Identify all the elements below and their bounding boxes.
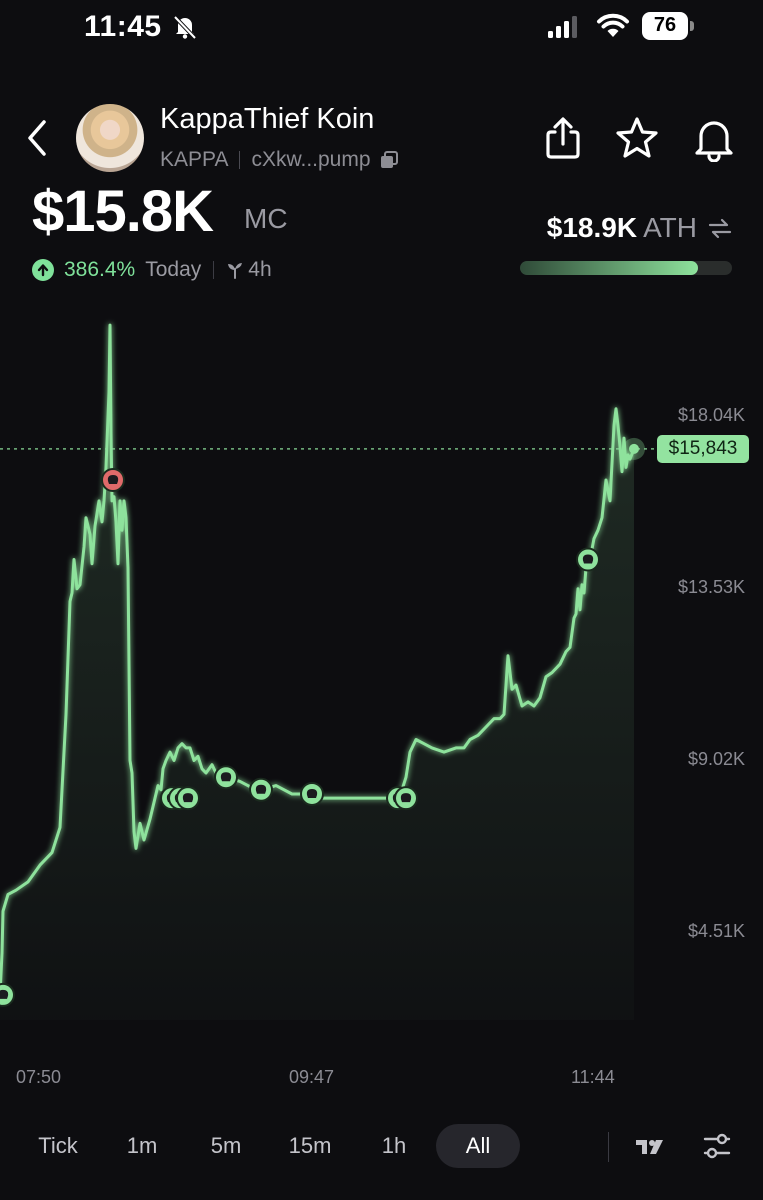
timeframe-1m[interactable]: 1m [112, 1124, 172, 1168]
y-axis-tick: $9.02K [687, 749, 745, 769]
buy-trade-marker[interactable] [300, 781, 324, 806]
timeframe-1h[interactable]: 1h [366, 1124, 422, 1168]
y-axis-tick: $4.51K [687, 921, 745, 941]
x-axis-tick: 09:47 [289, 1067, 335, 1087]
timeframe-bar: Tick 1m 5m 15m 1h All [0, 1118, 763, 1174]
buy-trade-marker[interactable] [394, 786, 418, 811]
timeframe-all[interactable]: All [436, 1124, 520, 1168]
price-chart[interactable] [0, 0, 763, 1100]
tradingview-icon[interactable] [634, 1134, 666, 1160]
y-axis-tick: $13.53K [677, 577, 745, 597]
current-price-tag: $15,843 [657, 434, 749, 463]
chart-settings-icon[interactable] [702, 1130, 732, 1162]
y-axis-tick: $18.04K [677, 405, 745, 425]
x-axis-tick: 07:50 [16, 1067, 62, 1087]
sell-trade-marker[interactable] [101, 468, 125, 492]
buy-trade-marker[interactable] [214, 765, 238, 790]
timeframe-5m[interactable]: 5m [196, 1124, 256, 1168]
x-axis-tick: 11:44 [571, 1067, 615, 1087]
buy-trade-marker[interactable] [0, 982, 15, 1007]
area-fill [0, 325, 634, 1021]
timeframe-15m[interactable]: 15m [278, 1124, 342, 1168]
timeframe-tick[interactable]: Tick [22, 1124, 94, 1168]
buy-trade-marker[interactable] [576, 547, 600, 572]
chart-area-fill [0, 325, 634, 1021]
current-price-dot [623, 437, 645, 460]
buy-trade-marker[interactable] [176, 786, 200, 811]
buy-trade-marker[interactable] [249, 777, 273, 802]
divider [608, 1132, 609, 1162]
